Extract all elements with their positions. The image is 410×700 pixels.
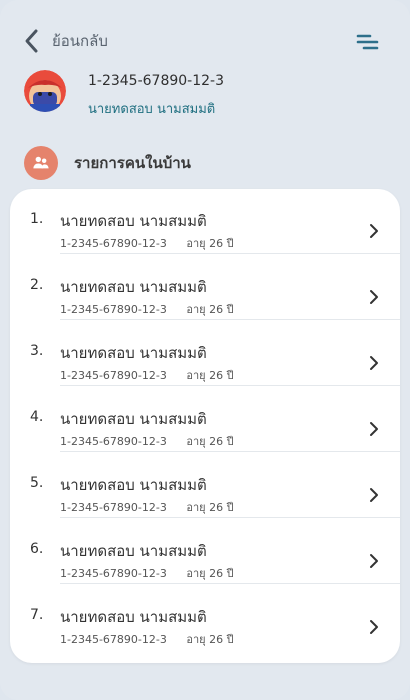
list-item[interactable]: 3. นายทดสอบ นามสมมติ 1-2345-67890-12-3 อ… <box>10 321 400 386</box>
household-screen: ย้อนกลับ 1-2345-67890-12-3 นายทดสอบ นามส… <box>0 0 410 700</box>
section-title: รายการคนในบ้าน <box>74 154 191 172</box>
member-name: นายทดสอบ นามสมมติ <box>60 278 207 296</box>
row-number: 7. <box>30 607 44 623</box>
member-details: 1-2345-67890-12-3 อายุ 26 ปี <box>60 498 234 516</box>
household-section-header: รายการคนในบ้าน <box>24 146 191 180</box>
divider <box>60 253 400 254</box>
member-id: 1-2345-67890-12-3 <box>60 633 167 646</box>
list-item[interactable]: 4. นายทดสอบ นามสมมติ 1-2345-67890-12-3 อ… <box>10 387 400 452</box>
people-icon <box>24 146 58 180</box>
member-details: 1-2345-67890-12-3 อายุ 26 ปี <box>60 366 234 384</box>
back-button[interactable]: ย้อนกลับ <box>22 27 108 55</box>
divider <box>60 583 400 584</box>
member-name: นายทดสอบ นามสมมติ <box>60 608 207 626</box>
divider <box>60 517 400 518</box>
chevron-right-icon <box>370 554 378 568</box>
divider <box>60 385 400 386</box>
member-details: 1-2345-67890-12-3 อายุ 26 ปี <box>60 234 234 252</box>
chevron-right-icon <box>370 224 378 238</box>
header: ย้อนกลับ <box>0 0 410 80</box>
member-id: 1-2345-67890-12-3 <box>60 435 167 448</box>
member-age: อายุ 26 ปี <box>186 237 234 250</box>
member-name: นายทดสอบ นามสมมติ <box>60 476 207 494</box>
member-id: 1-2345-67890-12-3 <box>60 501 167 514</box>
chevron-right-icon <box>370 356 378 370</box>
member-age: อายุ 26 ปี <box>186 501 234 514</box>
row-number: 5. <box>30 475 44 491</box>
member-age: อายุ 26 ปี <box>186 567 234 580</box>
profile-id: 1-2345-67890-12-3 <box>88 73 225 89</box>
list-item[interactable]: 7. นายทดสอบ นามสมมติ 1-2345-67890-12-3 อ… <box>10 585 400 650</box>
row-number: 3. <box>30 343 44 359</box>
member-name: นายทดสอบ นามสมมติ <box>60 410 207 428</box>
member-id: 1-2345-67890-12-3 <box>60 303 167 316</box>
member-id: 1-2345-67890-12-3 <box>60 369 167 382</box>
member-age: อายุ 26 ปี <box>186 435 234 448</box>
member-age: อายุ 26 ปี <box>186 633 234 646</box>
member-details: 1-2345-67890-12-3 อายุ 26 ปี <box>60 432 234 450</box>
menu-icon[interactable] <box>354 32 380 52</box>
chevron-right-icon <box>370 422 378 436</box>
divider <box>60 319 400 320</box>
chevron-right-icon <box>370 290 378 304</box>
list-item[interactable]: 6. นายทดสอบ นามสมมติ 1-2345-67890-12-3 อ… <box>10 519 400 584</box>
row-number: 4. <box>30 409 44 425</box>
list-item[interactable]: 1. นายทดสอบ นามสมมติ 1-2345-67890-12-3 อ… <box>10 189 400 254</box>
profile-name: นายทดสอบ นามสมมติ <box>88 102 216 117</box>
list-item[interactable]: 5. นายทดสอบ นามสมมติ 1-2345-67890-12-3 อ… <box>10 453 400 518</box>
row-number: 2. <box>30 277 44 293</box>
list-item[interactable]: 2. นายทดสอบ นามสมมติ 1-2345-67890-12-3 อ… <box>10 255 400 320</box>
avatar <box>24 70 66 112</box>
member-details: 1-2345-67890-12-3 อายุ 26 ปี <box>60 300 234 318</box>
member-list: 1. นายทดสอบ นามสมมติ 1-2345-67890-12-3 อ… <box>10 189 400 663</box>
member-id: 1-2345-67890-12-3 <box>60 567 167 580</box>
member-id: 1-2345-67890-12-3 <box>60 237 167 250</box>
member-details: 1-2345-67890-12-3 อายุ 26 ปี <box>60 630 234 648</box>
member-age: อายุ 26 ปี <box>186 303 234 316</box>
chevron-right-icon <box>370 488 378 502</box>
member-name: นายทดสอบ นามสมมติ <box>60 212 207 230</box>
member-name: นายทดสอบ นามสมมติ <box>60 542 207 560</box>
divider <box>60 451 400 452</box>
row-number: 6. <box>30 541 44 557</box>
row-number: 1. <box>30 211 44 227</box>
chevron-right-icon <box>370 620 378 634</box>
member-name: นายทดสอบ นามสมมติ <box>60 344 207 362</box>
profile-summary: 1-2345-67890-12-3 นายทดสอบ นามสมมติ <box>24 70 384 120</box>
back-label: ย้อนกลับ <box>52 32 108 50</box>
member-details: 1-2345-67890-12-3 อายุ 26 ปี <box>60 564 234 582</box>
member-age: อายุ 26 ปี <box>186 369 234 382</box>
chevron-left-icon <box>25 29 38 53</box>
